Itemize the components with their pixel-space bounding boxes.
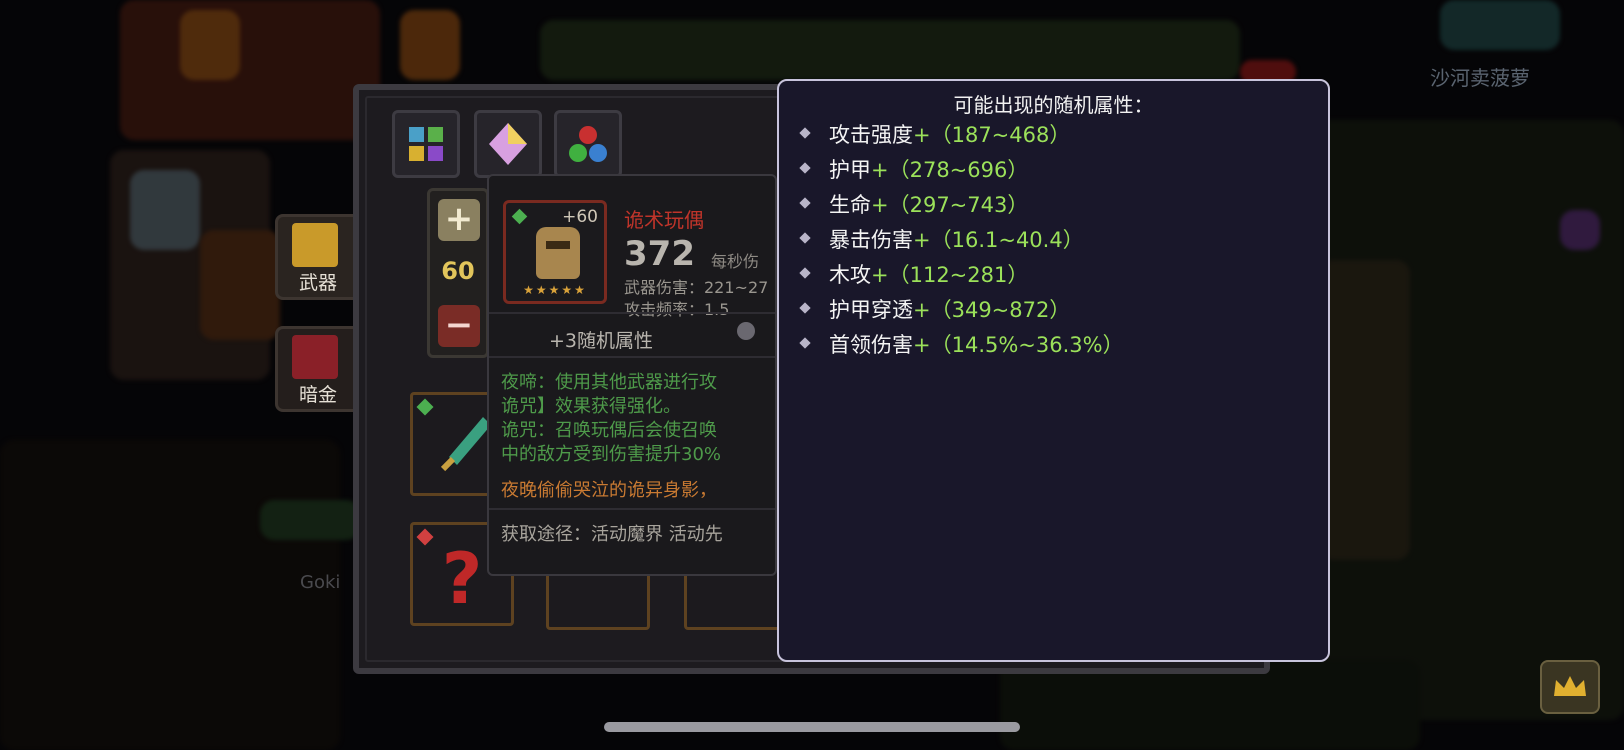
- item-description-line: 夜啼：使用其他武器进行攻: [501, 372, 717, 393]
- attribute-range: +（112~281）: [871, 263, 1029, 287]
- attribute-name: 护甲: [829, 158, 871, 182]
- category-orb-button[interactable]: [554, 110, 622, 178]
- attribute-range: +（349~872）: [913, 298, 1071, 322]
- attribute-name: 护甲穿透: [829, 298, 913, 322]
- item-stars: ★★★★★: [523, 283, 587, 297]
- attribute-row: 首领伤害+（14.5%~36.3%）: [799, 329, 1124, 359]
- random-attributes-label: +3随机属性: [549, 330, 654, 352]
- svg-text:?: ?: [442, 538, 483, 620]
- orbs-icon: [569, 126, 607, 162]
- item-detail-card: +60 ★★★★★ 诡术玩偶 372 每秒伤 武器伤害：221~27 攻击频率：…: [487, 174, 777, 576]
- attack-rate: 攻击频率：1.5: [624, 300, 730, 319]
- quantity-value: 60: [441, 257, 475, 285]
- item-power: 372: [624, 234, 695, 274]
- home-indicator[interactable]: [604, 722, 1020, 732]
- player-name: 沙河卖菠萝: [1430, 66, 1530, 90]
- attribute-name: 攻击强度: [829, 123, 913, 147]
- tooltip-title: 可能出现的随机属性：: [953, 93, 1154, 117]
- dark-gold-tab-icon: [292, 335, 338, 379]
- diamond-icon: [489, 123, 527, 165]
- attribute-row: 生命+（297~743）: [799, 189, 1029, 219]
- attribute-range: +（187~468）: [913, 123, 1071, 147]
- attribute-row: 木攻+（112~281）: [799, 259, 1029, 289]
- attribute-range: +（14.5%~36.3%）: [913, 333, 1124, 357]
- item-source: 获取途径：活动魔界 活动先: [501, 524, 723, 545]
- increase-button[interactable]: +: [438, 199, 480, 241]
- rarity-gem-icon: [511, 208, 528, 225]
- item-icon: +60 ★★★★★: [503, 200, 607, 304]
- attribute-range: +（297~743）: [871, 193, 1029, 217]
- attribute-name: 生命: [829, 193, 871, 217]
- attribute-row: 护甲穿透+（349~872）: [799, 294, 1071, 324]
- item-dps-label: 每秒伤: [711, 252, 760, 271]
- category-gem-button[interactable]: [474, 110, 542, 178]
- category-all-button[interactable]: [392, 110, 460, 178]
- attribute-row: 攻击强度+（187~468）: [799, 119, 1071, 149]
- attribute-name: 暴击伤害: [829, 228, 913, 252]
- attribute-range: +（16.1~40.4）: [913, 228, 1084, 252]
- tab-dark-gold-label: 暗金: [298, 384, 337, 406]
- player-tag: Goki: [300, 572, 341, 593]
- tab-weapons[interactable]: 武器: [275, 214, 361, 300]
- item-description-line: 诡咒】效果获得强化。: [501, 396, 681, 417]
- item-name: 诡术玩偶: [624, 208, 704, 232]
- grid-icon: [409, 127, 443, 161]
- attribute-name: 木攻: [829, 263, 871, 287]
- item-description-line: 中的敌方受到伤害提升30%: [501, 444, 722, 465]
- item-description-line: 诡咒：召唤玩偶后会使召唤: [501, 420, 717, 441]
- attribute-row: 护甲+（278~696）: [799, 154, 1029, 184]
- quantity-stepper: + 60 −: [427, 188, 489, 358]
- crown-icon[interactable]: [1540, 660, 1600, 714]
- tab-weapons-label: 武器: [298, 272, 337, 294]
- item-level: +60: [562, 207, 598, 227]
- decrease-button[interactable]: −: [438, 305, 480, 347]
- weapon-tab-icon: [292, 223, 338, 267]
- weapon-damage: 武器伤害：221~27: [624, 278, 769, 297]
- attribute-name: 首领伤害: [829, 333, 913, 357]
- attribute-row: 暴击伤害+（16.1~40.4）: [799, 224, 1084, 254]
- item-lore: 夜晚偷偷哭泣的诡异身影，: [501, 480, 717, 501]
- random-attributes-tooltip: 可能出现的随机属性： 攻击强度+（187~468） 护甲+（278~696） 生…: [777, 79, 1330, 662]
- info-icon[interactable]: [737, 322, 755, 340]
- doll-icon: [536, 227, 580, 279]
- tab-dark-gold[interactable]: 暗金: [275, 326, 361, 412]
- attribute-range: +（278~696）: [871, 158, 1029, 182]
